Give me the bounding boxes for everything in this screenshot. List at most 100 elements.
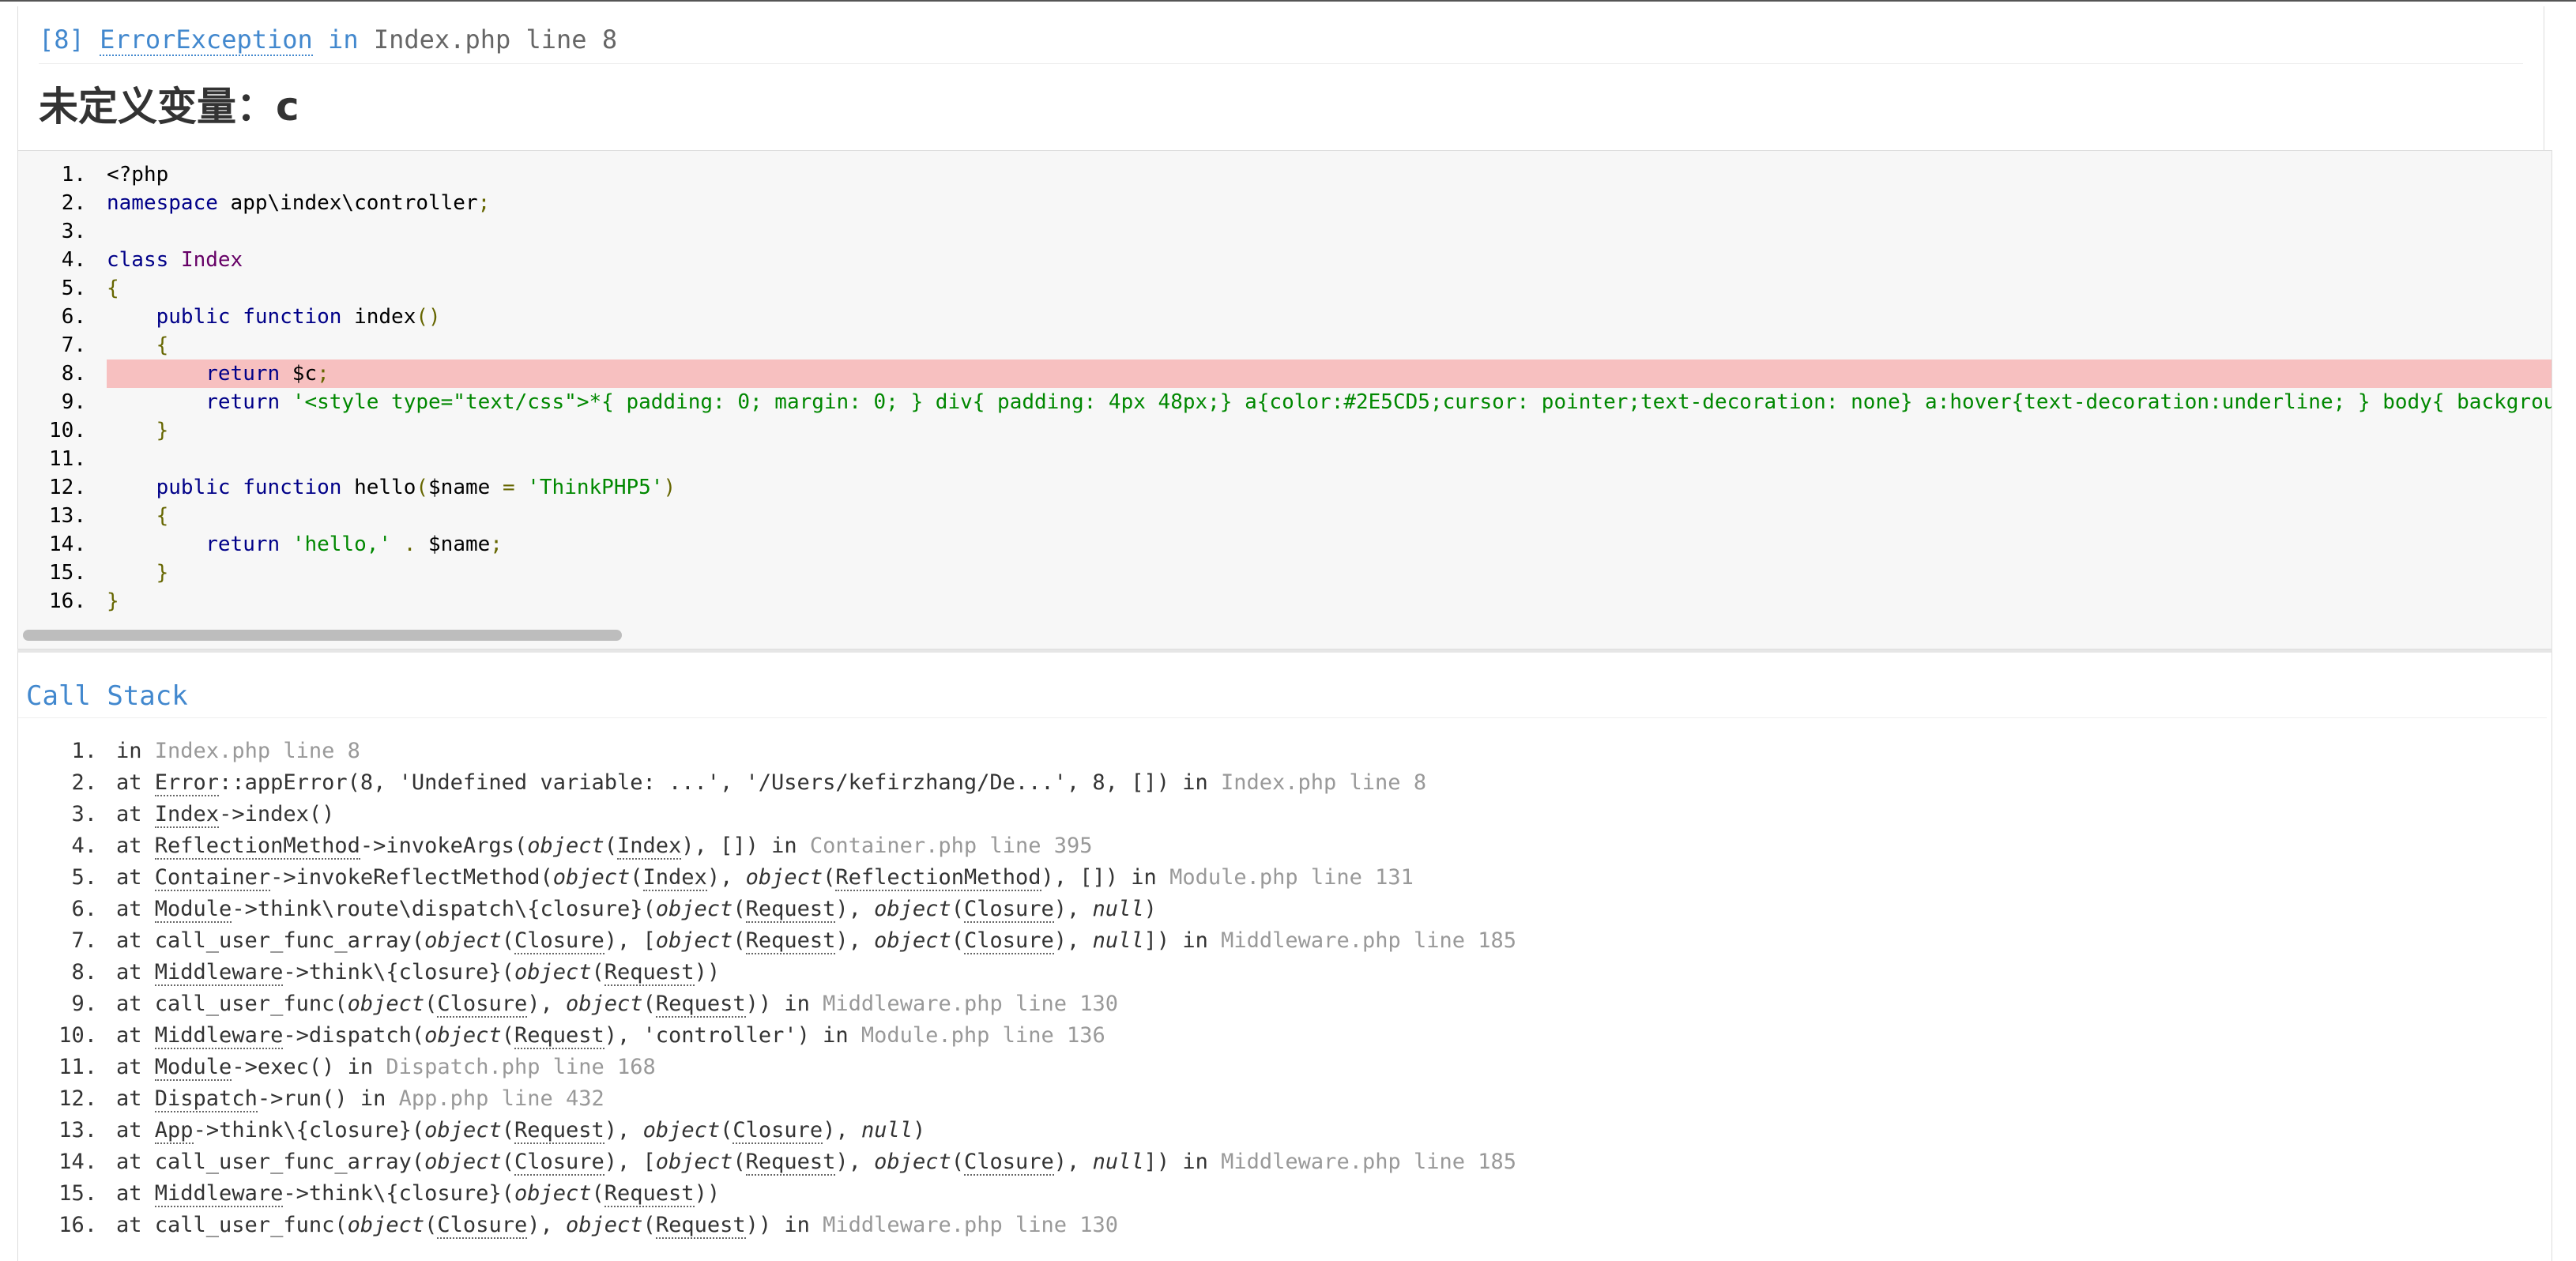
call-stack-text: in Index.php line 8 xyxy=(116,736,360,767)
call-text-segment: ( xyxy=(733,928,746,953)
call-text-segment: )) in xyxy=(745,992,823,1016)
call-text-segment: ( xyxy=(630,865,643,890)
line-number: 7. xyxy=(61,333,86,357)
class-name-abbr: Error xyxy=(154,770,220,796)
call-text-segment: ( xyxy=(591,960,604,984)
call-stack-item: 9. at call_user_func(object(Closure), obj… xyxy=(18,988,2552,1020)
type-italic: object xyxy=(874,897,951,921)
exception-file-line: line 8 xyxy=(525,24,618,55)
call-stack-number: 2. xyxy=(71,770,97,795)
class-name-abbr: Closure xyxy=(514,1150,604,1176)
call-stack-number: 15. xyxy=(58,1181,97,1206)
call-text-segment: at xyxy=(116,865,155,890)
call-text-segment: ) xyxy=(1143,897,1157,921)
call-stack-item: 2. at Error::appError(8, 'Undefined varia… xyxy=(18,767,2552,799)
line-number: 6. xyxy=(61,305,86,329)
call-text-segment: ), []) in xyxy=(1041,865,1170,890)
call-stack-item: 8. at Middleware->think\{closure}(object(… xyxy=(18,957,2552,988)
call-text-segment: ->think\{closure}( xyxy=(283,960,514,984)
call-stack-text: at Middleware->dispatch(object(Request),… xyxy=(116,1020,1105,1052)
line-number: 3. xyxy=(61,220,86,243)
call-text-segment: at call_user_func_array( xyxy=(116,1150,425,1174)
call-stack-text: at ReflectionMethod->invokeArgs(object(I… xyxy=(116,830,1092,862)
file-reference: Container.php line 395 xyxy=(809,834,1093,858)
type-italic: null xyxy=(861,1118,913,1142)
class-name-abbr: Closure xyxy=(733,1118,823,1144)
code-text: } xyxy=(156,561,169,585)
call-text-segment: at xyxy=(116,770,155,795)
code-text: <?php xyxy=(107,163,169,186)
class-name-abbr: Request xyxy=(604,1181,695,1207)
call-text-segment: at xyxy=(116,897,155,921)
code-text: return $c; xyxy=(107,359,2552,388)
call-text-segment: ), [ xyxy=(604,928,656,953)
call-stack-item: 16. at call_user_func(object(Closure), ob… xyxy=(18,1210,2552,1241)
exception-heading: [8] ErrorException in Index.php line 8 xyxy=(39,6,2523,64)
type-italic: object xyxy=(514,960,592,984)
code-text: { xyxy=(107,277,119,300)
call-stack-item: 7. at call_user_func_array(object(Closure… xyxy=(18,925,2552,957)
call-stack-item: 12. at Dispatch->run() in App.php line 43… xyxy=(18,1083,2552,1115)
class-name-abbr: Closure xyxy=(963,897,1054,923)
code-text: namespace app\index\controller; xyxy=(107,191,491,215)
source-code-panel[interactable]: 1. <?php 2. namespace app\index\controller;… xyxy=(17,150,2552,649)
call-text-segment: ), xyxy=(1053,928,1093,953)
call-text-segment: ->index() xyxy=(219,802,335,826)
call-text-segment: ), [ xyxy=(604,1150,656,1174)
class-name-abbr: Container xyxy=(154,865,271,891)
type-italic: object xyxy=(527,834,604,858)
call-text-segment: ( xyxy=(720,1118,733,1142)
call-stack-item: 10. at Middleware->dispatch(object(Reques… xyxy=(18,1020,2552,1052)
class-name-abbr: Module xyxy=(154,897,232,923)
class-name-abbr: ReflectionMethod xyxy=(154,834,360,860)
call-stack-text: at Module->think\route\dispatch\{closure… xyxy=(116,894,1157,925)
exception-class-link[interactable]: ErrorException xyxy=(100,24,313,56)
type-italic: object xyxy=(424,928,502,953)
call-stack-item: 11. at Module->exec() in Dispatch.php lin… xyxy=(18,1052,2552,1083)
in-word: in xyxy=(328,24,359,55)
call-text-segment: )) xyxy=(694,1181,721,1206)
call-stack-number: 7. xyxy=(71,928,97,953)
call-stack-number: 13. xyxy=(58,1118,97,1142)
call-text-segment: ->invokeReflectMethod( xyxy=(270,865,553,890)
code-text: public function hello($name = 'ThinkPHP5… xyxy=(156,476,676,499)
class-name-abbr: Middleware xyxy=(154,1181,284,1207)
class-name-abbr: Middleware xyxy=(154,1023,284,1049)
file-reference: Middleware.php line 130 xyxy=(823,992,1119,1016)
call-text-segment: ( xyxy=(642,992,656,1016)
call-stack-text: at call_user_func(object(Closure), objec… xyxy=(116,1210,1118,1241)
code-text: return '<style type="text/css">*{ paddin… xyxy=(205,390,2552,414)
call-stack-text: at Container->invokeReflectMethod(object… xyxy=(116,862,1414,894)
file-reference: Module.php line 136 xyxy=(861,1023,1105,1048)
type-italic: object xyxy=(514,1181,592,1206)
call-text-segment: at call_user_func( xyxy=(116,1213,348,1237)
class-name-abbr: Closure xyxy=(963,1150,1054,1176)
horizontal-scrollbar[interactable] xyxy=(23,630,622,641)
code-line: 4. class Index xyxy=(18,246,2552,274)
call-text-segment: at xyxy=(116,1118,155,1142)
code-line: 5. { xyxy=(18,274,2552,303)
call-text-segment: ->think\{closure}( xyxy=(283,1181,514,1206)
call-text-segment: ( xyxy=(501,1118,514,1142)
call-stack-text: at Dispatch->run() in App.php line 432 xyxy=(116,1083,604,1115)
class-name-abbr: Request xyxy=(514,1023,604,1049)
code-line: 7. { xyxy=(18,331,2552,359)
call-text-segment: ), xyxy=(835,897,875,921)
type-italic: object xyxy=(424,1118,502,1142)
line-number: 15. xyxy=(49,561,86,585)
call-stack-panel: Call Stack 1. in Index.php line 8 2. at Err… xyxy=(17,649,2552,1261)
call-stack-text: at Index->index() xyxy=(116,799,334,830)
call-text-segment: at xyxy=(116,802,155,826)
call-text-segment: ), xyxy=(527,992,566,1016)
call-text-segment: ( xyxy=(501,1023,514,1048)
type-italic: object xyxy=(655,928,733,953)
type-italic: object xyxy=(566,1213,643,1237)
call-stack-number: 6. xyxy=(71,897,97,921)
line-number: 16. xyxy=(49,589,86,613)
code-text: return 'hello,' . $name; xyxy=(205,533,503,556)
line-number: 12. xyxy=(49,476,86,499)
line-number: 8. xyxy=(61,362,86,386)
code-line: 15. } xyxy=(18,559,2552,587)
call-text-segment: ( xyxy=(501,928,514,953)
